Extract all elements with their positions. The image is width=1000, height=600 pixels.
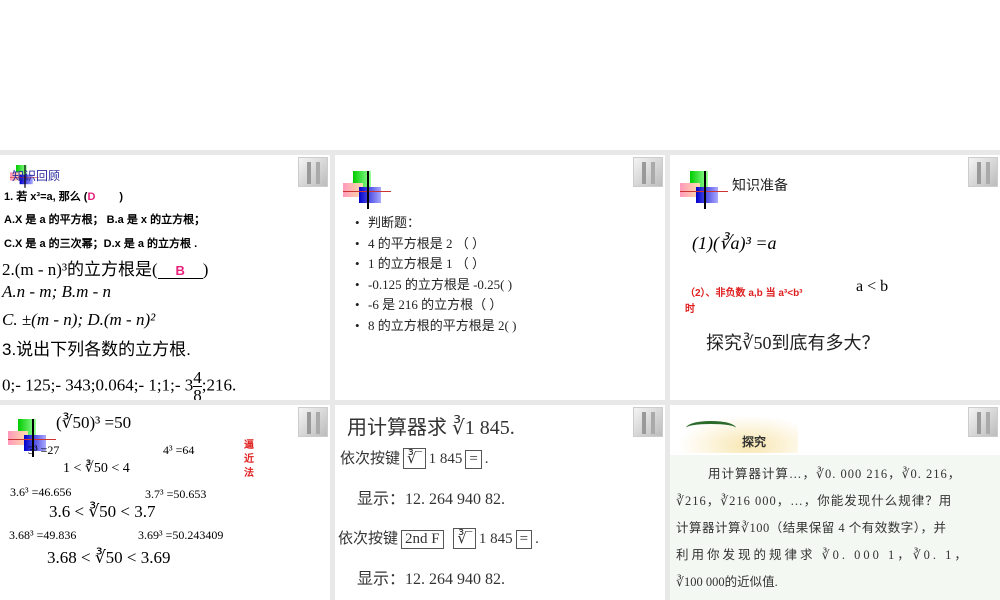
slide-picture-icon	[633, 407, 663, 437]
formula-2-suffix: 时	[685, 304, 695, 315]
question-1: 1. 若 x³=a, 那么 (D)	[4, 191, 124, 203]
list-item: -6 是 216 的立方根（ ）	[355, 295, 516, 316]
math-line: 3.7³ =50.653	[145, 487, 207, 501]
list-item: -0.125 的立方根是 -0.25( )	[355, 275, 516, 296]
slide-title: 用计算器求 ∛1 845.	[347, 417, 515, 439]
math-line: (∛50)³ =50	[56, 413, 132, 432]
approximation-method-label: 逼近法	[244, 440, 254, 479]
math-line: 3.6³ =46.656	[10, 485, 72, 499]
explore-banner-icon	[678, 415, 798, 453]
question-2-option: C. ±(m - n); D.(m - n)²	[2, 310, 156, 329]
math-line: 1 < ∛50 < 4	[63, 461, 130, 476]
question-3-numbers: 0;- 125;- 343;0.064;- 1;1;- 3 4 8 ;216.	[2, 368, 237, 400]
text-line: 计算器计算∛100（结果保留 4 个有效数字），并	[676, 521, 947, 535]
text-line: ∛100 000的近似值.	[676, 575, 778, 589]
math-line: 3³ =27	[28, 443, 60, 457]
key-sequence-2: 依次按键 2nd F ∛‾ 1 845 =.	[338, 527, 539, 549]
key-sequence-1: 依次按键 ∛‾ 1 845 =.	[340, 447, 489, 469]
list-item: 8 的立方根的平方根是 2( )	[355, 316, 516, 337]
formula-2: （2）、非负数 a,b 当 a³<b³	[685, 288, 803, 299]
slide-picture-icon	[298, 407, 328, 437]
question-1-option: C.X 是 a 的三次幂；D.x 是 a 的立方根 .	[4, 238, 198, 250]
slide-title: 知识准备	[732, 179, 788, 194]
top-blank-area	[0, 0, 1000, 150]
math-line: 3.68³ =49.836	[9, 528, 77, 542]
question-1-option: A.X 是 a 的平方根； B.a 是 x 的立方根；	[4, 214, 206, 226]
slide-thumbnail-3[interactable]: 知识准备 (1)(∛a)³ =a （2）、非负数 a,b 当 a³<b³ a <…	[670, 155, 1000, 400]
slide-thumbnail-1[interactable]: 知识回顾 1. 若 x³=a, 那么 (D) A.X 是 a 的平方根； B.a…	[0, 155, 330, 400]
math-line: 4³ =64	[163, 443, 195, 457]
math-line: 3.68 < ∛50 < 3.69	[47, 548, 171, 567]
slide-picture-icon	[298, 157, 328, 187]
math-line: 3.69³ =50.243409	[138, 528, 224, 542]
slide-thumbnail-4[interactable]: (∛50)³ =50 3³ =27 4³ =64 逼近法 1 < ∛50 < 4…	[0, 405, 330, 600]
text-line: 用计算器计算…，∛0. 000 216，∛0. 216，	[708, 467, 962, 481]
text-line: 利用你发现的规律求 ∛0. 000 1，∛0. 1，	[676, 548, 970, 562]
list-item: 1 的立方根是 1 （ ）	[355, 254, 516, 275]
formula-2-result: a < b	[856, 278, 889, 295]
slide-thumbnail-5[interactable]: 用计算器求 ∛1 845. 依次按键 ∛‾ 1 845 =. 显示：12. 264 9…	[335, 405, 665, 600]
list-item: 判断题：	[355, 213, 516, 234]
list-item: 4 的平方根是 2 （ ）	[355, 234, 516, 255]
question-2-option: A.n - m; B.m - n	[2, 282, 112, 301]
question-2: 2.(m - n)³的立方根是(B)	[2, 260, 209, 279]
slide-title: 知识回顾	[12, 169, 61, 183]
formula-1: (1)(∛a)³ =a	[692, 233, 777, 253]
slide-picture-icon	[633, 157, 663, 187]
slide-thumbnail-2[interactable]: 判断题： 4 的平方根是 2 （ ） 1 的立方根是 1 （ ） -0.125 …	[335, 155, 665, 400]
display-result-2: 显示：12. 264 940 82.	[357, 571, 506, 588]
slide-picture-icon	[968, 157, 998, 187]
judgement-list: 判断题： 4 的平方根是 2 （ ） 1 的立方根是 1 （ ） -0.125 …	[355, 213, 516, 336]
question-3: 3.说出下列各数的立方根.	[2, 340, 191, 359]
display-result-1: 显示：12. 264 940 82.	[357, 491, 506, 508]
explore-question: 探究∛50到底有多大？	[706, 333, 880, 353]
math-line: 3.6 < ∛50 < 3.7	[49, 502, 156, 521]
slide-logo-icon	[343, 171, 393, 209]
slide-logo-icon	[680, 171, 730, 209]
slide-picture-icon	[968, 407, 998, 437]
slide-thumbnail-6[interactable]: 探究 用计算器计算…，∛0. 000 216，∛0. 216， ∛216，∛21…	[670, 405, 1000, 600]
slide-title: 探究	[742, 435, 767, 449]
text-line: ∛216，∛216 000，…，你能发现什么规律？用	[676, 494, 953, 508]
